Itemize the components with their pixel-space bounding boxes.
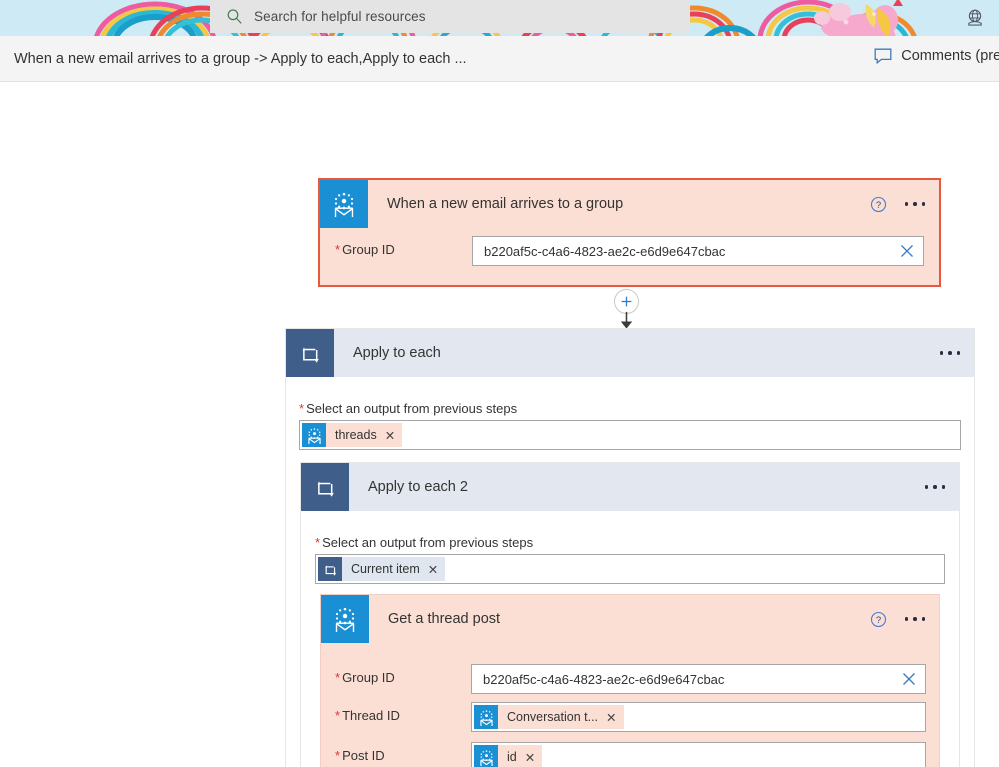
loop1-header[interactable]: Apply to each bbox=[286, 329, 974, 377]
token-post-id[interactable]: id ✕ bbox=[474, 744, 543, 767]
trigger-menu-ellipsis-icon[interactable] bbox=[901, 196, 930, 212]
office365-groups-mail-icon bbox=[474, 705, 498, 729]
loop1-output-selector[interactable]: threads ✕ bbox=[299, 420, 961, 450]
trigger-header-actions: ? bbox=[870, 180, 930, 228]
close-x-icon[interactable]: ✕ bbox=[525, 750, 535, 765]
breadcrumb: When a new email arrives to a group -> A… bbox=[14, 50, 467, 67]
search-input[interactable]: Search for helpful resources bbox=[254, 9, 426, 24]
o365-groups-glyph bbox=[479, 749, 493, 766]
required-asterisk: * bbox=[335, 670, 341, 685]
help-circle-icon[interactable]: ? bbox=[870, 196, 887, 213]
getpost-menu-ellipsis-icon[interactable] bbox=[901, 611, 930, 627]
office365-groups-mail-icon bbox=[474, 745, 498, 767]
svg-text:?: ? bbox=[875, 200, 880, 211]
getpost-body: * Group ID b220af5c-c4a6-4823-ae2c-e6d9e6… bbox=[321, 643, 939, 767]
help-circle-icon[interactable]: ? bbox=[870, 611, 887, 628]
input-group-id-value[interactable]: b220af5c-c4a6-4823-ae2c-e6d9e647cbac bbox=[483, 672, 901, 687]
getpost-header-actions: ? bbox=[870, 595, 930, 643]
plus-icon bbox=[621, 296, 632, 307]
token-current-item-label: Current item bbox=[351, 562, 420, 576]
loop1-header-actions bbox=[936, 329, 965, 377]
input-post-id[interactable]: id ✕ bbox=[471, 742, 926, 767]
token-threads-label: threads bbox=[335, 428, 377, 442]
flow-connector bbox=[614, 289, 646, 331]
trigger-card-header[interactable]: When a new email arrives to a group ? bbox=[320, 180, 939, 228]
trigger-card-body: * Group ID b220af5c-c4a6-4823-ae2c-e6d9e6… bbox=[320, 228, 939, 285]
globe-icon[interactable] bbox=[961, 4, 989, 32]
field-group-id: * Group ID bbox=[335, 242, 395, 257]
token-threads-body: threads ✕ bbox=[326, 423, 403, 447]
loop2-header[interactable]: Apply to each 2 bbox=[301, 463, 959, 511]
field-label-post-id: * Post ID bbox=[335, 748, 385, 763]
token-conversation-thread-id[interactable]: Conversation t... ✕ bbox=[474, 704, 624, 730]
o365-groups-glyph bbox=[335, 607, 355, 632]
loop-glyph bbox=[317, 480, 334, 497]
getpost-header[interactable]: Get a thread post ? bbox=[321, 595, 939, 643]
action-card-get-a-thread-post[interactable]: Get a thread post ? * Group ID b220af5c-c… bbox=[320, 594, 940, 767]
token-thread-body: Conversation t... ✕ bbox=[498, 705, 624, 729]
input-thread-id[interactable]: Conversation t... ✕ bbox=[471, 702, 926, 732]
required-asterisk: * bbox=[335, 708, 341, 723]
svg-text:?: ? bbox=[875, 615, 880, 626]
required-asterisk: * bbox=[335, 242, 341, 257]
field-label-thread-id: * Thread ID bbox=[335, 708, 400, 723]
input-group-id[interactable]: b220af5c-c4a6-4823-ae2c-e6d9e647cbac bbox=[472, 236, 924, 266]
close-x-icon[interactable]: ✕ bbox=[385, 428, 395, 443]
field-label-group-id: * Group ID bbox=[335, 670, 395, 685]
loop1-title: Apply to each bbox=[353, 345, 441, 361]
close-x-icon[interactable] bbox=[899, 243, 915, 259]
token-thread-label: Conversation t... bbox=[507, 710, 599, 724]
loop-repeat-icon bbox=[301, 463, 349, 511]
loop2-field-label: * Select an output from previous steps bbox=[315, 535, 534, 550]
comments-label: Comments (preview) bbox=[901, 48, 999, 64]
office365-groups-mail-icon bbox=[302, 423, 326, 447]
loop2-output-selector[interactable]: Current item ✕ bbox=[315, 554, 945, 584]
token-post-id-label: id bbox=[507, 750, 517, 764]
input-group-id-value[interactable]: b220af5c-c4a6-4823-ae2c-e6d9e647cbac bbox=[484, 244, 899, 259]
trigger-card-when-new-email[interactable]: When a new email arrives to a group ? * G… bbox=[318, 178, 941, 287]
loop2-header-actions bbox=[921, 463, 950, 511]
breadcrumb-bar: When a new email arrives to a group -> A… bbox=[0, 36, 999, 82]
token-post-id-body: id ✕ bbox=[498, 745, 543, 767]
required-asterisk: * bbox=[335, 748, 341, 763]
flow-designer-canvas: When a new email arrives to a group ? * G… bbox=[0, 82, 999, 767]
o365-groups-glyph bbox=[479, 709, 493, 726]
token-threads[interactable]: threads ✕ bbox=[302, 422, 403, 448]
close-x-icon[interactable]: ✕ bbox=[428, 562, 438, 577]
o365-groups-glyph bbox=[307, 427, 321, 444]
token-current-item[interactable]: Current item ✕ bbox=[318, 556, 446, 582]
top-banner: Search for helpful resources bbox=[0, 0, 999, 36]
trigger-title: When a new email arrives to a group bbox=[387, 196, 624, 212]
loop1-field-label: * Select an output from previous steps bbox=[299, 401, 518, 416]
comment-bubble-icon bbox=[874, 48, 892, 64]
loop-repeat-icon bbox=[286, 329, 334, 377]
field-label-group-id: * Group ID bbox=[335, 242, 395, 257]
loop-glyph bbox=[324, 564, 336, 576]
comments-button[interactable]: Comments (preview) bbox=[874, 48, 999, 64]
loop-repeat-icon bbox=[318, 557, 342, 581]
close-x-icon[interactable] bbox=[901, 671, 917, 687]
input-group-id[interactable]: b220af5c-c4a6-4823-ae2c-e6d9e647cbac bbox=[471, 664, 926, 694]
loop2-menu-ellipsis-icon[interactable] bbox=[921, 479, 950, 495]
required-asterisk: * bbox=[299, 401, 305, 416]
close-x-icon[interactable]: ✕ bbox=[606, 710, 616, 725]
required-asterisk: * bbox=[315, 535, 321, 550]
getpost-title: Get a thread post bbox=[388, 611, 501, 627]
o365-groups-glyph bbox=[334, 192, 354, 217]
loop2-title: Apply to each 2 bbox=[368, 479, 468, 495]
search-icon bbox=[227, 9, 242, 24]
loop-glyph bbox=[302, 346, 319, 363]
token-current-item-body: Current item ✕ bbox=[342, 557, 446, 581]
globe-glyph bbox=[968, 9, 982, 26]
loop1-menu-ellipsis-icon[interactable] bbox=[936, 345, 965, 361]
office365-groups-mail-icon bbox=[320, 180, 368, 228]
office365-groups-mail-icon bbox=[321, 595, 369, 643]
search-box[interactable]: Search for helpful resources bbox=[210, 0, 690, 33]
